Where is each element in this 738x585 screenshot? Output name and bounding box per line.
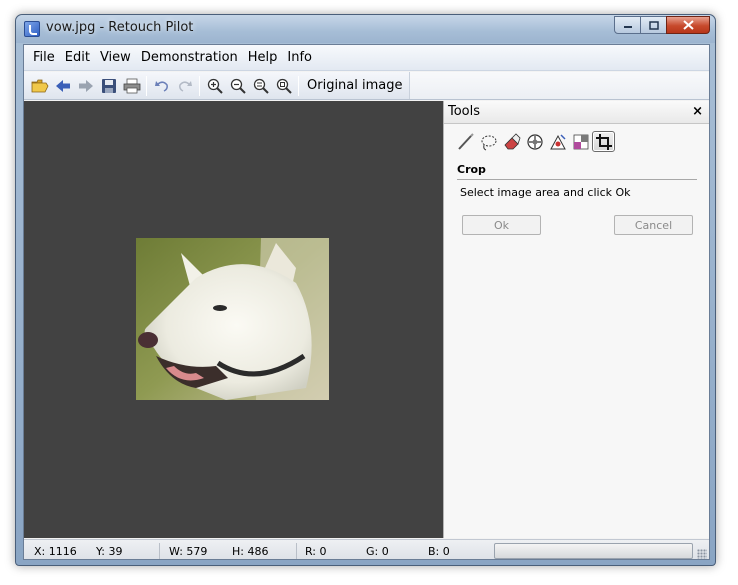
close-button[interactable] xyxy=(666,16,710,34)
ok-button[interactable]: Ok xyxy=(462,215,541,235)
image-canvas[interactable] xyxy=(24,101,443,538)
lasso-select-icon xyxy=(481,135,496,150)
undo-icon xyxy=(154,80,168,92)
tool-icon-row xyxy=(454,131,615,152)
print-icon xyxy=(123,78,140,93)
zoom-in-button[interactable] xyxy=(203,75,226,97)
menu-view[interactable]: View xyxy=(96,48,135,68)
progress-bar xyxy=(494,543,693,559)
maximize-button[interactable] xyxy=(640,16,667,34)
print-button[interactable] xyxy=(120,75,143,97)
toolbar-separator xyxy=(146,75,147,96)
redo-button[interactable] xyxy=(173,75,196,97)
undo-button[interactable] xyxy=(150,75,173,97)
close-icon xyxy=(682,20,694,30)
forward-arrow-icon xyxy=(78,79,93,92)
back-arrow-icon xyxy=(55,79,70,92)
zoom-out-icon xyxy=(230,78,246,94)
menu-demonstration[interactable]: Demonstration xyxy=(137,48,242,68)
status-y: Y: 39 xyxy=(96,545,123,558)
menu-help[interactable]: Help xyxy=(244,48,282,68)
zoom-actual-icon xyxy=(276,78,292,94)
status-bar: X: 1116 Y: 39 W: 579 H: 486 R: 0 G: 0 B:… xyxy=(24,539,709,559)
save-icon xyxy=(101,78,116,93)
original-image-button[interactable]: Original image xyxy=(302,75,408,97)
eraser-tool-button[interactable] xyxy=(500,131,523,152)
brush-icon xyxy=(457,132,474,150)
status-r: R: 0 xyxy=(305,545,327,558)
app-window: vow.jpg - Retouch Pilot File Edit View D… xyxy=(15,14,716,566)
crop-section-title: Crop xyxy=(457,163,697,180)
dog-photo[interactable] xyxy=(136,238,329,400)
minimize-button[interactable] xyxy=(614,16,641,34)
lasso-tool-button[interactable] xyxy=(477,131,500,152)
tools-title: Tools xyxy=(448,104,481,119)
status-h: H: 486 xyxy=(232,545,269,558)
eraser-icon xyxy=(503,132,520,149)
back-button[interactable] xyxy=(51,75,74,97)
toolbar-separator xyxy=(199,75,200,96)
status-separator xyxy=(296,543,297,559)
open-button[interactable] xyxy=(28,75,51,97)
red-eye-icon xyxy=(549,133,566,149)
menu-edit[interactable]: Edit xyxy=(61,48,94,68)
toolbar-separator xyxy=(298,75,299,96)
maximize-icon xyxy=(648,20,659,30)
dog-photo-image xyxy=(136,238,329,400)
save-button[interactable] xyxy=(97,75,120,97)
brush-tool-button[interactable] xyxy=(454,131,477,152)
cancel-button[interactable]: Cancel xyxy=(614,215,693,235)
status-g: G: 0 xyxy=(366,545,389,558)
caption-buttons xyxy=(614,16,710,34)
toolbar: Original image xyxy=(24,72,709,100)
window-title: vow.jpg - Retouch Pilot xyxy=(46,20,194,35)
zoom-fit-icon xyxy=(253,78,269,94)
color-tool-button[interactable] xyxy=(569,131,592,152)
healing-icon xyxy=(526,133,543,150)
status-w: W: 579 xyxy=(169,545,208,558)
menu-file[interactable]: File xyxy=(29,48,59,68)
menu-bar: File Edit View Demonstration Help Info xyxy=(24,45,709,71)
toolbar-filler xyxy=(408,72,709,99)
status-separator xyxy=(159,543,160,559)
zoom-fit-button[interactable] xyxy=(249,75,272,97)
zoom-out-button[interactable] xyxy=(226,75,249,97)
app-icon[interactable] xyxy=(24,21,40,37)
crop-tool-button[interactable] xyxy=(592,131,615,152)
status-b: B: 0 xyxy=(428,545,450,558)
zoom-actual-button[interactable] xyxy=(272,75,295,97)
red-eye-tool-button[interactable] xyxy=(546,131,569,152)
menu-info[interactable]: Info xyxy=(283,48,316,68)
crop-icon xyxy=(595,133,612,150)
tools-close-button[interactable]: × xyxy=(692,104,703,119)
forward-button[interactable] xyxy=(74,75,97,97)
crop-hint: Select image area and click Ok xyxy=(460,186,631,199)
zoom-in-icon xyxy=(207,78,223,94)
open-folder-icon xyxy=(31,79,48,92)
tools-header: Tools × xyxy=(444,101,709,124)
title-bar[interactable]: vow.jpg - Retouch Pilot xyxy=(16,15,715,43)
tools-panel: Tools × Crop Select image area and click… xyxy=(443,101,709,538)
status-x: X: 1116 xyxy=(34,545,77,558)
resize-grip[interactable] xyxy=(697,549,707,559)
minimize-icon xyxy=(623,26,632,28)
redo-icon xyxy=(178,80,192,92)
client-area: File Edit View Demonstration Help Info O… xyxy=(23,44,710,560)
healing-tool-button[interactable] xyxy=(523,131,546,152)
color-icon xyxy=(573,134,588,149)
